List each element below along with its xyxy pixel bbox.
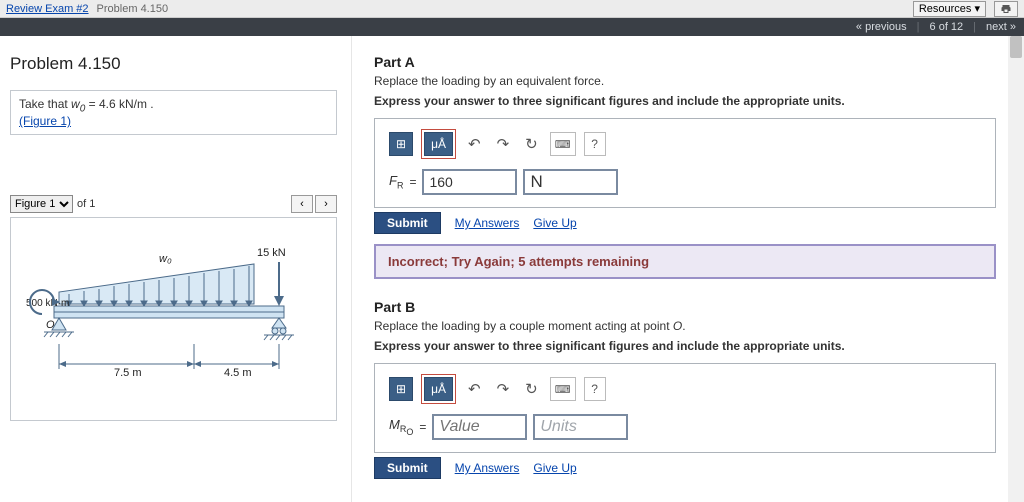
prev-problem-link[interactable]: « previous [856, 21, 907, 33]
part-b-title: Part B [374, 299, 996, 315]
help-button[interactable]: ? [584, 132, 606, 156]
part-a-my-answers-link[interactable]: My Answers [455, 216, 520, 230]
figure-dim2: 4.5 m [224, 367, 252, 379]
part-b-instructions: Express your answer to three significant… [374, 339, 996, 353]
figure-dim1: 7.5 m [114, 367, 142, 379]
resources-dropdown[interactable]: Resources ▾ [913, 1, 986, 17]
part-a-submit-row: Submit My Answers Give Up [374, 212, 996, 234]
figure-prev-button[interactable]: ‹ [291, 195, 313, 213]
help-button[interactable]: ? [584, 377, 606, 401]
part-a-title: Part A [374, 54, 996, 70]
reset-button[interactable]: ↻ [521, 132, 542, 156]
scrollbar[interactable] [1008, 36, 1024, 502]
problem-title: Problem 4.150 [10, 54, 337, 74]
redo-button[interactable]: ↷ [493, 377, 514, 401]
templates-button[interactable]: ⊞ [389, 132, 413, 156]
symbols-button[interactable]: μÅ [424, 132, 453, 156]
part-a-toolbar: ⊞ μÅ ↶ ↷ ↻ ⌨ ? [389, 129, 981, 159]
symbols-button[interactable]: μÅ [424, 377, 453, 401]
part-b-value-input[interactable] [432, 414, 527, 440]
redo-button[interactable]: ↷ [493, 132, 514, 156]
part-b-units-input[interactable]: Units [533, 414, 628, 440]
figure-next-button[interactable]: › [315, 195, 337, 213]
figure-w0-label: w₀ [159, 253, 172, 265]
equals-sign: = [419, 420, 426, 434]
part-a: Part A Replace the loading by an equival… [374, 54, 996, 279]
part-b-variable: MRO [389, 417, 413, 437]
equals-sign: = [409, 175, 416, 189]
part-a-value-input[interactable] [422, 169, 517, 195]
part-a-submit-button[interactable]: Submit [374, 212, 441, 234]
problem-nav-bar: « previous | 6 of 12 | next » [0, 18, 1024, 36]
figure-select[interactable]: Figure 1 [10, 195, 73, 213]
part-b-answer-box: ⊞ μÅ ↶ ↷ ↻ ⌨ ? MRO = Units [374, 363, 996, 453]
part-a-answer-box: ⊞ μÅ ↶ ↷ ↻ ⌨ ? FR = N [374, 118, 996, 208]
print-button[interactable] [994, 1, 1018, 17]
part-b: Part B Replace the loading by a couple m… [374, 299, 996, 479]
beam-figure: w₀ 15 kN 500 kN·m O [24, 234, 324, 404]
figure-force-label: 15 kN [257, 247, 286, 259]
part-a-units-input[interactable]: N [523, 169, 618, 195]
part-a-feedback: Incorrect; Try Again; 5 attempts remaini… [374, 244, 996, 279]
figure-link[interactable]: (Figure 1) [19, 114, 71, 128]
figure-count: of 1 [77, 198, 95, 210]
problem-statement: Take that w0 = 4.6 kN/m . (Figure 1) [10, 90, 337, 135]
next-problem-link[interactable]: next » [986, 21, 1016, 33]
part-b-my-answers-link[interactable]: My Answers [455, 461, 520, 475]
part-b-toolbar: ⊞ μÅ ↶ ↷ ↻ ⌨ ? [389, 374, 981, 404]
templates-button[interactable]: ⊞ [389, 377, 413, 401]
part-b-give-up-link[interactable]: Give Up [533, 461, 576, 475]
keyboard-button[interactable]: ⌨ [550, 132, 576, 156]
part-a-give-up-link[interactable]: Give Up [533, 216, 576, 230]
problem-position: 6 of 12 [930, 21, 964, 33]
left-panel: Problem 4.150 Take that w0 = 4.6 kN/m . … [0, 36, 352, 502]
figure-nav: Figure 1 of 1 ‹ › [10, 195, 337, 213]
part-a-variable: FR [389, 173, 403, 191]
figure-moment-label: 500 kN·m [26, 298, 69, 309]
breadcrumb-exam-link[interactable]: Review Exam #2 [6, 3, 89, 15]
part-b-submit-row: Submit My Answers Give Up [374, 457, 996, 479]
part-a-instructions: Express your answer to three significant… [374, 94, 996, 108]
right-panel: Part A Replace the loading by an equival… [352, 36, 1024, 502]
undo-button[interactable]: ↶ [464, 132, 485, 156]
part-b-submit-button[interactable]: Submit [374, 457, 441, 479]
part-a-description: Replace the loading by an equivalent for… [374, 74, 996, 88]
figure-frame: w₀ 15 kN 500 kN·m O [10, 217, 337, 421]
part-b-description: Replace the loading by a couple moment a… [374, 319, 996, 333]
breadcrumb-problem: Problem 4.150 [97, 3, 169, 15]
breadcrumb-bar: Review Exam #2 Problem 4.150 Resources ▾ [0, 0, 1024, 18]
reset-button[interactable]: ↻ [521, 377, 542, 401]
undo-button[interactable]: ↶ [464, 377, 485, 401]
print-icon [1000, 3, 1012, 15]
keyboard-button[interactable]: ⌨ [550, 377, 576, 401]
